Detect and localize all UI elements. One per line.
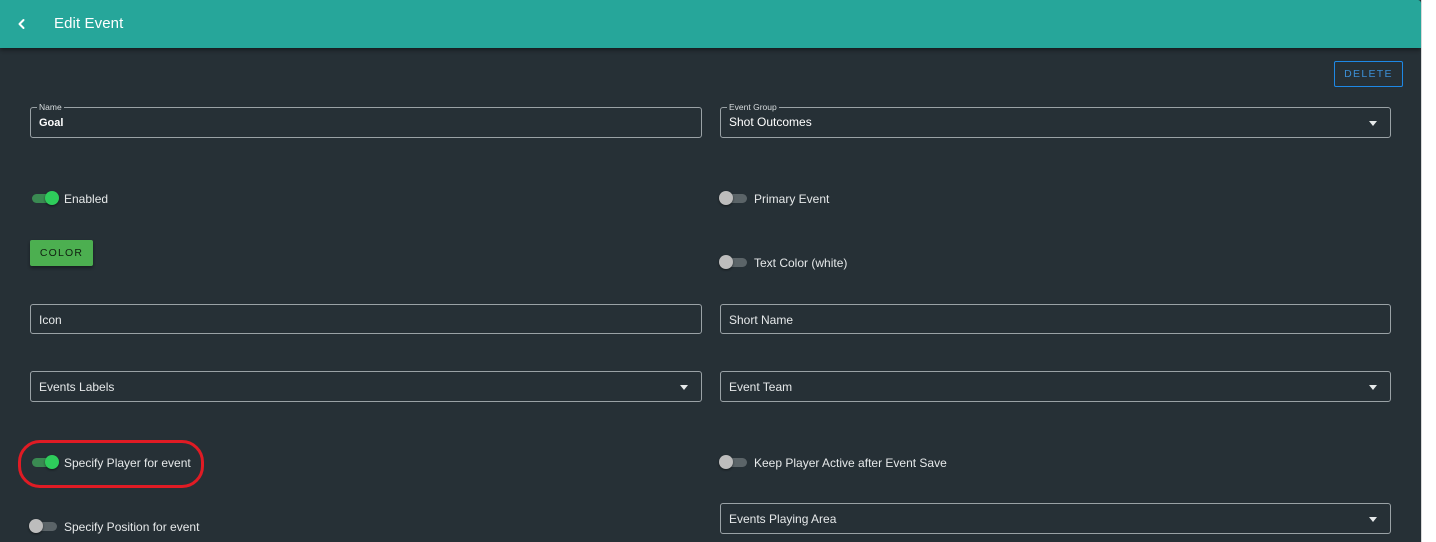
dropdown-arrow-icon	[1369, 385, 1377, 390]
specify-position-label: Specify Position for event	[64, 520, 200, 534]
events-playing-area-placeholder: Events Playing Area	[729, 512, 837, 526]
icon-field-placeholder: Icon	[39, 313, 62, 327]
primary-event-label: Primary Event	[754, 192, 830, 206]
event-group-select[interactable]: Event Group Shot Outcomes	[720, 102, 1391, 138]
scrollbar[interactable]	[1421, 0, 1436, 542]
name-field-label: Name	[37, 102, 64, 112]
icon-field[interactable]: Icon	[30, 304, 702, 334]
short-name-field[interactable]: Short Name	[720, 304, 1391, 334]
text-color-toggle[interactable]	[719, 254, 749, 270]
page-title: Edit Event	[54, 15, 124, 32]
dropdown-arrow-icon	[1369, 517, 1377, 522]
short-name-placeholder: Short Name	[729, 313, 794, 327]
event-team-placeholder: Event Team	[729, 380, 793, 394]
name-field-value: Goal	[39, 117, 64, 129]
enabled-toggle[interactable]	[30, 190, 60, 206]
event-group-label: Event Group	[727, 102, 779, 112]
back-button[interactable]	[10, 12, 34, 36]
events-labels-placeholder: Events Labels	[39, 380, 115, 394]
toggle-knob	[719, 255, 733, 269]
primary-event-toggle[interactable]	[719, 190, 749, 206]
app-bar: Edit Event	[0, 0, 1421, 48]
enabled-label: Enabled	[64, 192, 109, 206]
event-group-value: Shot Outcomes	[729, 115, 812, 129]
toggle-knob	[29, 519, 43, 533]
dropdown-arrow-icon	[680, 385, 688, 390]
specify-player-label: Specify Player for event	[64, 456, 191, 470]
keep-player-active-toggle[interactable]	[719, 454, 749, 470]
specify-position-toggle[interactable]	[29, 518, 59, 534]
delete-button[interactable]: DELETE	[1334, 61, 1403, 87]
chevron-left-icon	[18, 19, 25, 29]
dropdown-arrow-icon	[1369, 121, 1377, 126]
toggle-knob	[45, 191, 59, 205]
toggle-knob	[719, 455, 733, 469]
name-field[interactable]: Name Goal	[30, 102, 702, 138]
event-team-select[interactable]: Event Team	[720, 371, 1391, 402]
text-color-label: Text Color (white)	[754, 256, 848, 270]
events-labels-select[interactable]: Events Labels	[30, 371, 702, 402]
specify-player-toggle[interactable]	[30, 454, 60, 470]
toggle-knob	[45, 455, 59, 469]
color-button[interactable]: COLOR	[30, 240, 93, 266]
events-playing-area-select[interactable]: Events Playing Area	[720, 503, 1391, 534]
toggle-knob	[719, 191, 733, 205]
keep-player-active-label: Keep Player Active after Event Save	[754, 456, 947, 470]
